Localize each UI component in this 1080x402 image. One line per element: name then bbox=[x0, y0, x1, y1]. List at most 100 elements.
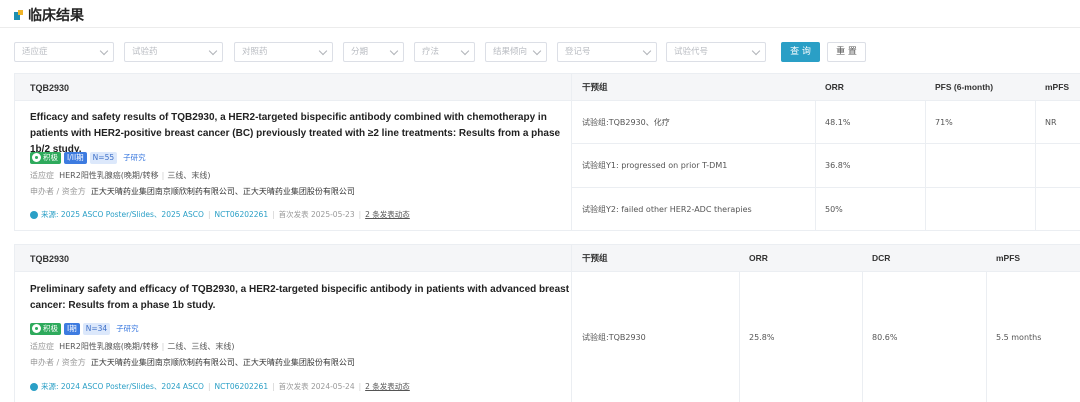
source-link[interactable]: 2025 ASCO Poster/Slides、2025 ASCO bbox=[61, 209, 204, 220]
table-cell bbox=[925, 188, 1035, 231]
updates-link[interactable]: 2 条发表动态 bbox=[365, 381, 410, 392]
table-cell bbox=[1035, 188, 1080, 231]
column-header: 干预组 bbox=[572, 74, 815, 101]
sample-size-badge: N=55 bbox=[89, 151, 118, 164]
sponsor-value: 正大天晴药业集团南京顺欣制药有限公司、正大天晴药业集团股份有限公司 bbox=[90, 187, 355, 196]
study-info: TQB2930 Preliminary safety and efficacy … bbox=[15, 245, 572, 402]
therapy-select[interactable]: 疗法 bbox=[414, 42, 475, 62]
reset-button[interactable]: 重 置 bbox=[827, 42, 866, 62]
sub-study-link[interactable]: 子研究 bbox=[113, 323, 142, 335]
first-pub-label: 首次发表 bbox=[278, 210, 309, 219]
positive-badge: 积极 bbox=[30, 322, 61, 335]
table-cell: 50% bbox=[825, 205, 843, 214]
check-icon bbox=[32, 153, 41, 162]
source-row: 来源: 2025 ASCO Poster/Slides、2025 ASCO | N… bbox=[30, 209, 410, 220]
registry-placeholder: 登记号 bbox=[565, 47, 591, 57]
sponsor-value: 正大天晴药业集团南京顺欣制药有限公司、正大天晴药业集团股份有限公司 bbox=[90, 358, 355, 367]
source-icon bbox=[30, 382, 38, 391]
first-pub-date: 2025-05-23 bbox=[311, 210, 355, 219]
result-tendency-placeholder: 结果倾向 bbox=[493, 47, 528, 57]
table-cell: 71% bbox=[925, 101, 1035, 144]
query-button[interactable]: 查 询 bbox=[781, 42, 820, 62]
trial-drug-placeholder: 试验药 bbox=[132, 47, 158, 57]
phase-placeholder: 分期 bbox=[351, 47, 369, 57]
header-divider bbox=[0, 27, 1080, 28]
trial-drug-select[interactable]: 试验药 bbox=[124, 42, 223, 62]
column-header: mPFS bbox=[986, 245, 1080, 272]
chevron-down-icon bbox=[642, 46, 652, 56]
source-label: 来源: bbox=[41, 210, 59, 219]
study-title-link[interactable]: Preliminary safety and efficacy of TQB29… bbox=[30, 282, 570, 314]
column-divider bbox=[815, 101, 816, 231]
indication-label: 适应症 bbox=[30, 342, 54, 351]
indication-label: 适应症 bbox=[30, 171, 54, 180]
indication-select[interactable]: 适应症 bbox=[14, 42, 114, 62]
chevron-down-icon bbox=[208, 46, 218, 56]
sub-study-link[interactable]: 子研究 bbox=[120, 152, 149, 164]
source-icon bbox=[30, 210, 38, 219]
positive-label: 积极 bbox=[43, 152, 58, 162]
check-icon bbox=[32, 324, 41, 333]
table-cell: NR bbox=[1035, 101, 1080, 144]
trial-code-select[interactable]: 试验代号 bbox=[666, 42, 766, 62]
positive-badge: 积极 bbox=[30, 151, 61, 164]
registry-link[interactable]: NCT06202261 bbox=[214, 382, 268, 391]
tag-row: 积极 I/II期 N=55 子研究 bbox=[30, 151, 152, 164]
tag-row: 积极 I期 N=34 子研究 bbox=[30, 322, 145, 335]
table-cell: 试验组:TQB2930、化疗 bbox=[572, 101, 815, 144]
chevron-down-icon bbox=[460, 46, 470, 56]
table-cell bbox=[1035, 144, 1080, 188]
column-divider bbox=[986, 272, 987, 402]
table-cell: 试验组Y1: progressed on prior T-DM1 bbox=[572, 144, 815, 188]
chevron-down-icon bbox=[318, 46, 328, 56]
control-drug-select[interactable]: 对照药 bbox=[234, 42, 333, 62]
result-tendency-select[interactable]: 结果倾向 bbox=[485, 42, 547, 62]
drug-name: TQB2930 bbox=[30, 254, 70, 264]
sponsor-label: 申办者 / 资金方 bbox=[30, 358, 86, 367]
column-header: 干预组 bbox=[572, 245, 739, 272]
result-card: TQB2930 Preliminary safety and efficacy … bbox=[14, 244, 1080, 402]
indication-row: 适应症 HER2阳性乳腺癌(晚期/转移 | 三线、末线) bbox=[30, 171, 211, 180]
registry-link[interactable]: NCT06202261 bbox=[214, 210, 268, 219]
column-divider bbox=[739, 272, 740, 402]
phase-badge: I期 bbox=[64, 322, 80, 335]
positive-label: 积极 bbox=[43, 323, 58, 333]
phase-select[interactable]: 分期 bbox=[343, 42, 404, 62]
chevron-down-icon bbox=[389, 46, 399, 56]
column-header: DCR bbox=[862, 245, 986, 272]
sample-size-badge: N=34 bbox=[82, 322, 111, 335]
page-header: 临床结果 bbox=[14, 6, 84, 24]
indication-placeholder: 适应症 bbox=[22, 47, 48, 57]
column-header: PFS (6-month) bbox=[925, 74, 1035, 101]
source-link[interactable]: 2024 ASCO Poster/Slides、2024 ASCO bbox=[61, 381, 204, 392]
therapy-placeholder: 疗法 bbox=[422, 47, 440, 57]
study-info: TQB2930 Efficacy and safety results of T… bbox=[15, 74, 572, 230]
registry-select[interactable]: 登记号 bbox=[557, 42, 657, 62]
result-card: TQB2930 Efficacy and safety results of T… bbox=[14, 73, 1080, 231]
control-drug-placeholder: 对照药 bbox=[242, 47, 268, 57]
first-pub-date: 2024-05-24 bbox=[311, 382, 355, 391]
indication-value: HER2阳性乳腺癌(晚期/转移 bbox=[59, 171, 159, 180]
table-cell: 试验组:TQB2930 bbox=[582, 333, 646, 342]
drug-name: TQB2930 bbox=[30, 83, 70, 93]
section-icon bbox=[14, 10, 23, 20]
sponsor-row: 申办者 / 资金方 正大天晴药业集团南京顺欣制药有限公司、正大天晴药业集团股份有… bbox=[30, 357, 355, 368]
table-cell: 25.8% bbox=[749, 333, 775, 342]
source-row: 来源: 2024 ASCO Poster/Slides、2024 ASCO | N… bbox=[30, 381, 410, 392]
chevron-down-icon bbox=[751, 46, 761, 56]
page-title: 临床结果 bbox=[28, 8, 84, 24]
column-header: ORR bbox=[815, 74, 925, 101]
chevron-down-icon bbox=[99, 46, 109, 56]
sponsor-row: 申办者 / 资金方 正大天晴药业集团南京顺欣制药有限公司、正大天晴药业集团股份有… bbox=[30, 186, 355, 197]
updates-link[interactable]: 2 条发表动态 bbox=[365, 209, 410, 220]
indication-row: 适应症 HER2阳性乳腺癌(晚期/转移 | 二线、三线、末线) bbox=[30, 342, 235, 351]
table-cell: 48.1% bbox=[815, 101, 925, 144]
lines-value: 三线、末线) bbox=[167, 171, 211, 180]
chevron-down-icon bbox=[532, 46, 542, 56]
table-cell: 36.8% bbox=[815, 144, 925, 188]
indication-value: HER2阳性乳腺癌(晚期/转移 bbox=[59, 342, 159, 351]
table-cell: 5.5 months bbox=[996, 333, 1042, 342]
column-divider bbox=[925, 101, 926, 231]
source-label: 来源: bbox=[41, 382, 59, 391]
column-header: mPFS bbox=[1035, 74, 1080, 101]
